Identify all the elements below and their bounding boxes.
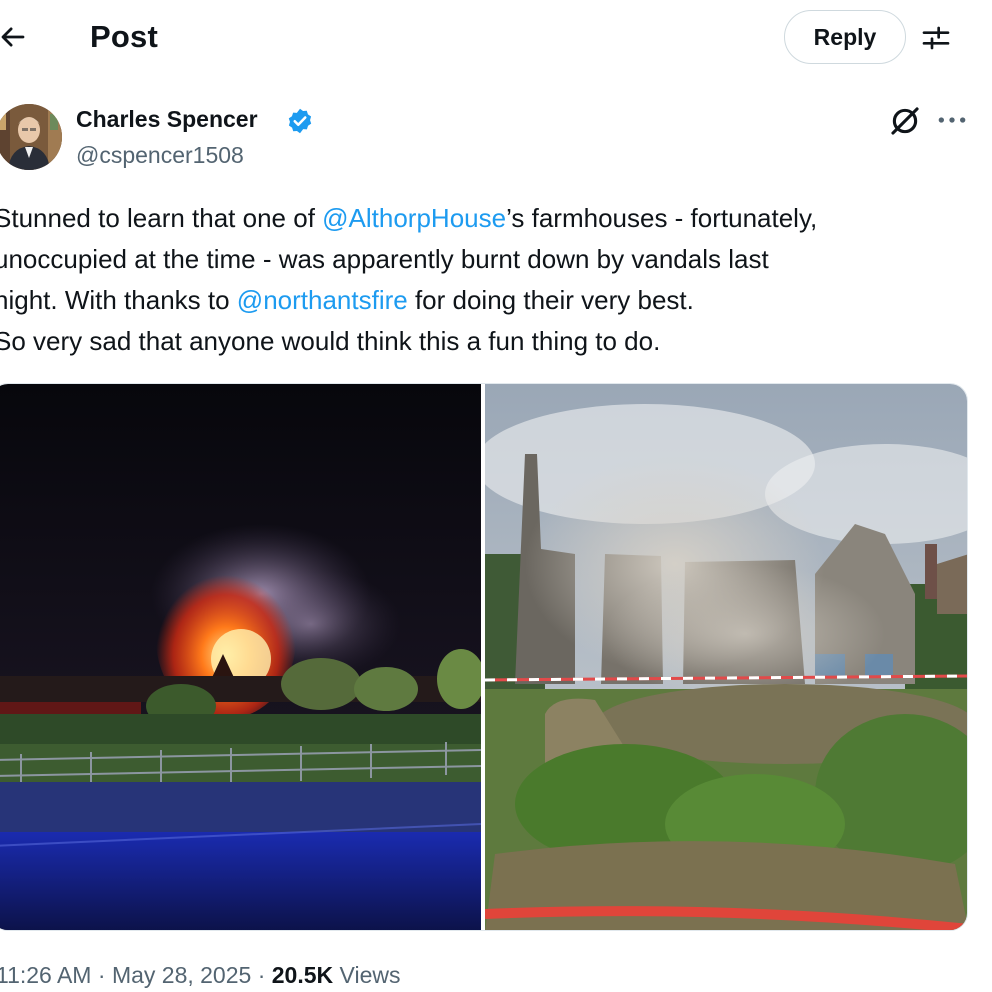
- more-options-icon[interactable]: [936, 106, 968, 134]
- mention-link[interactable]: @AlthorpHouse: [322, 203, 506, 233]
- verified-badge-icon: [288, 108, 312, 134]
- post-time[interactable]: 11:26 AM: [0, 962, 91, 988]
- fire-night-photo[interactable]: [0, 384, 481, 931]
- avatar[interactable]: [0, 104, 62, 170]
- text-segment: night. With thanks to: [0, 285, 237, 315]
- meta-separator: ·: [251, 962, 272, 988]
- post-author: Charles Spencer @cspencer1508: [0, 100, 992, 180]
- reply-button[interactable]: Reply: [784, 10, 906, 64]
- sliders-icon[interactable]: [920, 22, 952, 54]
- grok-icon[interactable]: [888, 104, 922, 138]
- text-segment: ’s farmhouses - fortunately,: [506, 203, 818, 233]
- page-title: Post: [90, 19, 158, 54]
- post-date[interactable]: May 28, 2025: [112, 962, 251, 988]
- post-text-line: night. With thanks to @northantsfire for…: [0, 280, 984, 321]
- top-bar: Post Reply: [0, 0, 992, 76]
- media-gallery: [0, 383, 968, 931]
- back-arrow-icon[interactable]: [0, 22, 28, 52]
- author-handle[interactable]: @cspencer1508: [76, 142, 244, 169]
- ruins-day-photo[interactable]: [485, 384, 968, 931]
- post-text-line: So very sad that anyone would think this…: [0, 326, 661, 356]
- text-segment: Stunned to learn that one of: [0, 203, 323, 233]
- post-text-line: unoccupied at the time - was apparently …: [0, 244, 769, 274]
- post-metadata: 11:26 AM · May 28, 2025 · 20.5K Views: [0, 962, 400, 989]
- post-text: Stunned to learn that one of @AlthorpHou…: [0, 198, 984, 362]
- views-label: Views: [333, 962, 401, 988]
- meta-separator: ·: [91, 962, 112, 988]
- text-segment: for doing their very best.: [407, 285, 694, 315]
- mention-link[interactable]: @northantsfire: [237, 285, 408, 315]
- author-display-name[interactable]: Charles Spencer: [76, 106, 258, 133]
- views-count: 20.5K: [271, 962, 334, 988]
- post-text-line: Stunned to learn that one of @AlthorpHou…: [0, 198, 984, 239]
